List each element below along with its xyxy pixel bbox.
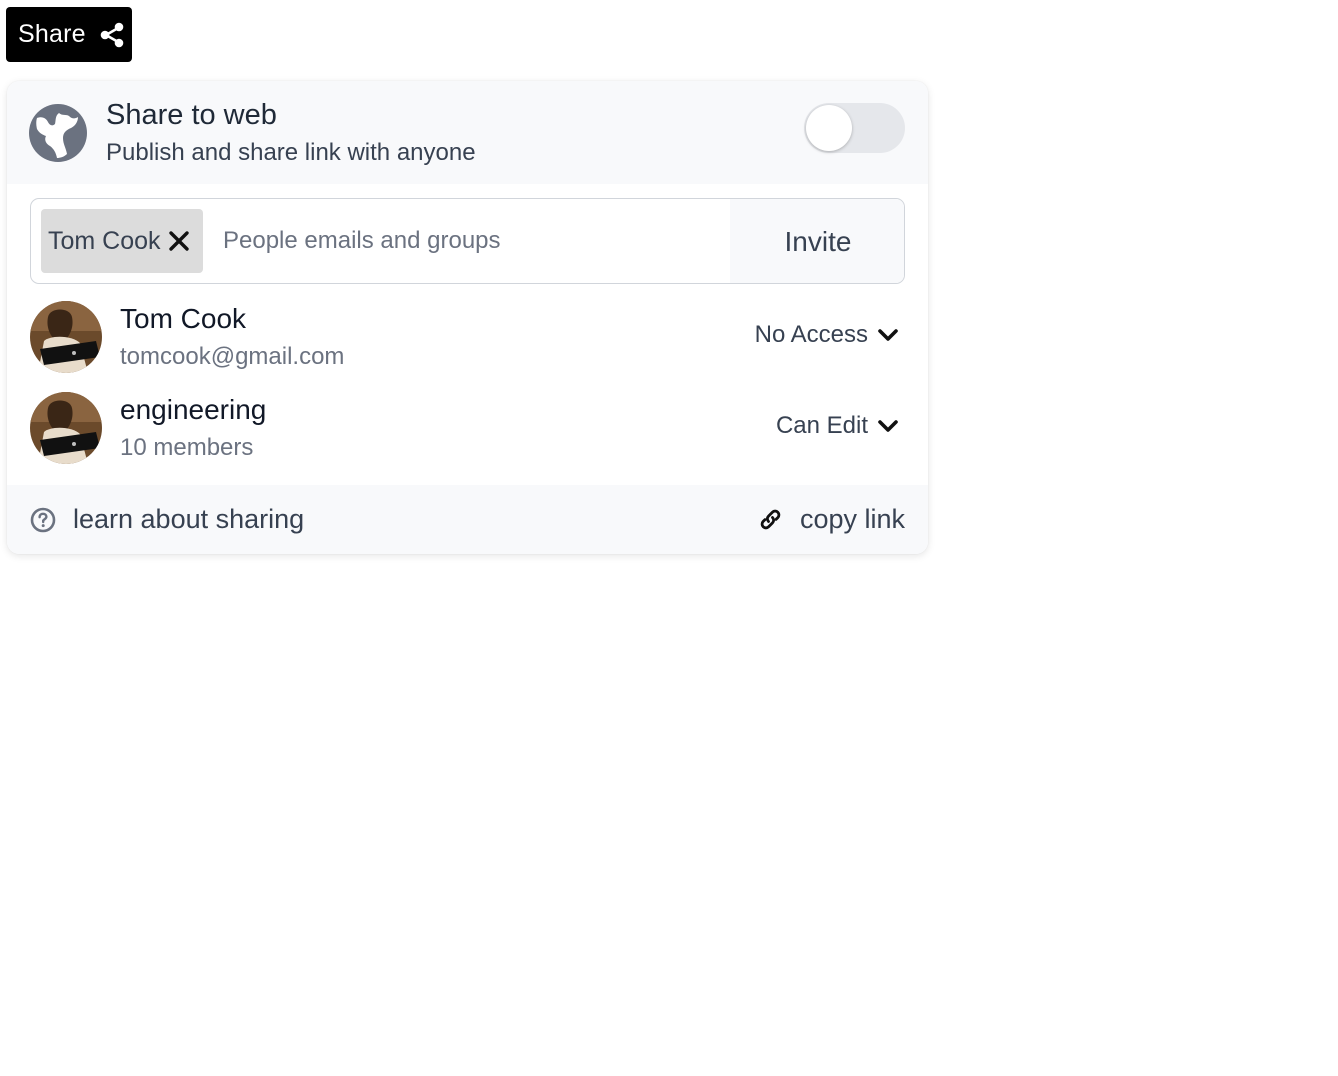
avatar	[30, 301, 102, 373]
share-to-web-title: Share to web	[106, 99, 277, 131]
permission-dropdown[interactable]: Can Edit	[776, 412, 899, 440]
panel-footer: learn about sharing copy link	[7, 485, 928, 554]
toggle-knob	[806, 105, 852, 151]
share-button[interactable]: Share	[6, 7, 132, 62]
link-icon	[760, 509, 781, 530]
share-panel: Share to web Publish and share link with…	[7, 81, 928, 554]
share-to-web-row: Share to web Publish and share link with…	[7, 81, 928, 184]
question-circle-icon	[30, 507, 56, 532]
share-icon	[100, 22, 124, 48]
globe-icon	[29, 104, 87, 162]
people-email-input[interactable]	[221, 219, 521, 263]
copy-link-label: copy link	[799, 504, 905, 534]
permission-label: Can Edit	[775, 412, 868, 439]
member-name: engineering	[120, 394, 267, 425]
chevron-down-icon	[878, 420, 898, 432]
share-to-web-toggle[interactable]	[804, 103, 905, 153]
share-button-label: Share	[18, 20, 86, 48]
recipient-chip: Tom Cook	[41, 209, 203, 273]
member-row: engineering 10 members Can Edit	[30, 392, 905, 466]
learn-about-sharing-link[interactable]: learn about sharing	[30, 485, 304, 554]
member-email: tomcook@gmail.com	[120, 343, 345, 370]
permission-label: No Access	[754, 321, 868, 348]
permission-dropdown[interactable]: No Access	[755, 321, 899, 349]
invite-box: Tom Cook Invite	[30, 198, 905, 284]
remove-chip-icon[interactable]	[168, 230, 190, 252]
recipient-chip-label: Tom Cook	[48, 226, 161, 255]
share-to-web-subtitle: Publish and share link with anyone	[106, 139, 476, 166]
learn-about-sharing-label: learn about sharing	[73, 504, 305, 534]
member-row: Tom Cook tomcook@gmail.com No Access	[30, 301, 905, 375]
chevron-down-icon	[878, 329, 898, 341]
member-name: Tom Cook	[120, 303, 247, 334]
copy-link-button[interactable]: copy link	[757, 485, 905, 554]
member-count: 10 members	[120, 434, 254, 461]
avatar	[30, 392, 102, 464]
invite-button[interactable]: Invite	[730, 199, 904, 283]
